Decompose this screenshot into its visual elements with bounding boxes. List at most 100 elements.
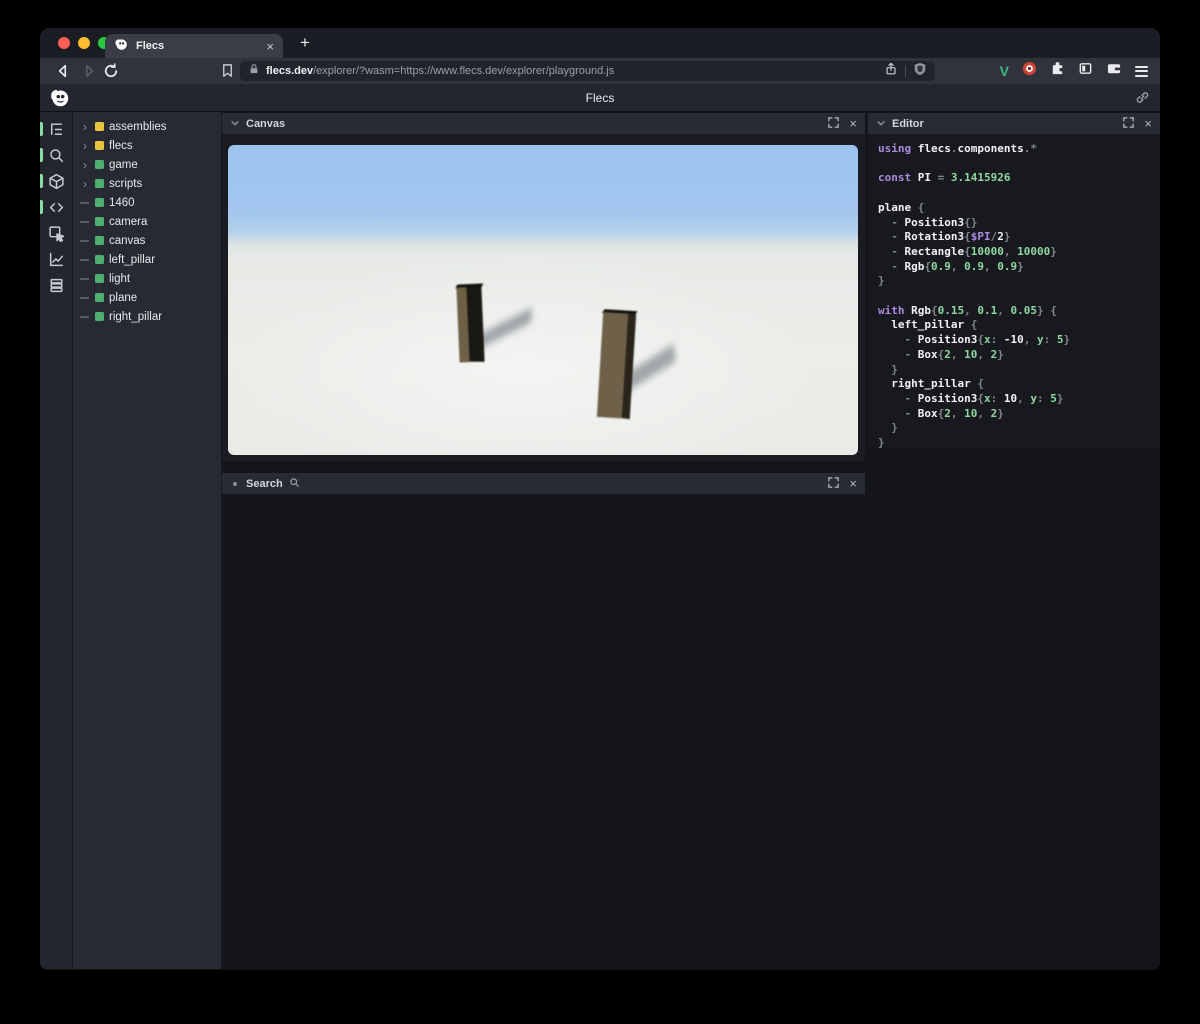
code-line[interactable]: right_pillar {: [878, 377, 1160, 392]
close-panel-icon[interactable]: ×: [849, 117, 857, 130]
tree-item-right_pillar[interactable]: right_pillar: [73, 307, 221, 326]
code-line[interactable]: const PI = 3.1415926: [878, 171, 1160, 186]
tool-sidebar: [40, 112, 73, 969]
code-line[interactable]: }: [878, 274, 1160, 289]
share-icon[interactable]: [884, 62, 898, 81]
code-line[interactable]: - Box{2, 10, 2}: [878, 407, 1160, 422]
code-line[interactable]: - Rectangle{10000, 10000}: [878, 245, 1160, 260]
entity-label: light: [109, 272, 131, 285]
code-line[interactable]: - Box{2, 10, 2}: [878, 348, 1160, 363]
reload-button[interactable]: [102, 62, 120, 80]
code-line[interactable]: [878, 289, 1160, 304]
tree-item-plane[interactable]: plane: [73, 288, 221, 307]
entities-cube-icon[interactable]: [48, 173, 65, 190]
back-button[interactable]: [54, 62, 72, 80]
browser-tab-flecs[interactable]: Flecs ×: [105, 34, 283, 58]
extensions-puzzle-icon[interactable]: [1050, 61, 1065, 81]
code-line[interactable]: [878, 186, 1160, 201]
fullscreen-icon[interactable]: [1123, 115, 1135, 133]
code-line[interactable]: - Position3{x: 10, y: 5}: [878, 392, 1160, 407]
code-line[interactable]: left_pillar {: [878, 318, 1160, 333]
fullscreen-icon[interactable]: [828, 475, 840, 493]
tree-item-left_pillar[interactable]: left_pillar: [73, 250, 221, 269]
code-line[interactable]: - Position3{x: -10, y: 5}: [878, 333, 1160, 348]
entity-label: 1460: [109, 196, 135, 209]
code-line[interactable]: plane {: [878, 201, 1160, 216]
chevron-down-icon[interactable]: [230, 115, 240, 133]
active-indicator: [40, 200, 43, 214]
code-line[interactable]: - Position3{}: [878, 216, 1160, 231]
entity-color-swatch: [95, 293, 104, 302]
tree-item-assemblies[interactable]: › assemblies: [73, 117, 221, 136]
tree-item-scripts[interactable]: › scripts: [73, 174, 221, 193]
tree-item-1460[interactable]: 1460: [73, 193, 221, 212]
entity-color-swatch: [95, 160, 104, 169]
bookmark-icon[interactable]: [220, 63, 238, 81]
chevron-down-icon[interactable]: [876, 115, 886, 133]
entity-color-swatch: [95, 312, 104, 321]
search-icon[interactable]: [48, 147, 65, 164]
tree-item-flecs[interactable]: › flecs: [73, 136, 221, 155]
expand-chevron-icon[interactable]: ›: [80, 178, 90, 190]
entity-label: game: [109, 158, 138, 171]
expand-chevron-icon[interactable]: ›: [80, 159, 90, 171]
queries-stack-icon[interactable]: [48, 277, 65, 294]
share-link-icon[interactable]: [1135, 90, 1150, 110]
new-tab-button[interactable]: +: [293, 31, 317, 55]
sidebar-toggle-icon[interactable]: [1078, 61, 1093, 81]
code-line[interactable]: [878, 157, 1160, 172]
tree-item-light[interactable]: light: [73, 269, 221, 288]
close-window-button[interactable]: [58, 37, 70, 49]
close-panel-icon[interactable]: ×: [1144, 117, 1152, 130]
tree-item-canvas[interactable]: canvas: [73, 231, 221, 250]
entity-color-swatch: [95, 274, 104, 283]
tab-close-icon[interactable]: ×: [266, 40, 274, 53]
minimize-window-button[interactable]: [78, 37, 90, 49]
search-panel-header[interactable]: Search ×: [222, 473, 865, 495]
wallet-icon[interactable]: [1106, 61, 1122, 81]
editor-panel-header[interactable]: Editor ×: [868, 113, 1160, 135]
code-line[interactable]: }: [878, 421, 1160, 436]
stats-chart-icon[interactable]: [48, 251, 65, 268]
code-line[interactable]: using flecs.components.*: [878, 142, 1160, 157]
entity-color-swatch: [95, 179, 104, 188]
code-line[interactable]: }: [878, 436, 1160, 451]
fullscreen-icon[interactable]: [828, 115, 840, 133]
search-panel: Search ×: [222, 473, 865, 495]
red-extension-icon[interactable]: [1022, 61, 1037, 81]
entity-label: left_pillar: [109, 253, 156, 266]
code-editor-icon[interactable]: [48, 199, 65, 216]
code-line[interactable]: - Rotation3{$PI/2}: [878, 230, 1160, 245]
menu-hamburger-icon[interactable]: [1135, 63, 1148, 79]
leaf-dash-icon: [80, 277, 89, 280]
outline-tree-icon[interactable]: [48, 121, 65, 138]
entity-color-swatch: [95, 198, 104, 207]
leaf-dash-icon: [80, 239, 89, 242]
entity-color-swatch: [95, 217, 104, 226]
search-panel-title: Search: [246, 477, 283, 490]
expand-chevron-icon[interactable]: ›: [80, 121, 90, 133]
code-editor[interactable]: using flecs.components.* const PI = 3.14…: [868, 135, 1160, 451]
right-pillar-entity: [596, 309, 638, 420]
entity-label: flecs: [109, 139, 133, 152]
forward-button[interactable]: [80, 62, 98, 80]
expand-chevron-icon[interactable]: ›: [80, 140, 90, 152]
close-panel-icon[interactable]: ×: [849, 477, 857, 490]
code-line[interactable]: with Rgb{0.15, 0.1, 0.05} {: [878, 304, 1160, 319]
canvas-panel-header[interactable]: Canvas ×: [222, 113, 865, 135]
code-line[interactable]: - Rgb{0.9, 0.9, 0.9}: [878, 260, 1160, 275]
entity-label: canvas: [109, 234, 146, 247]
canvas-panel: Canvas ×: [222, 113, 865, 461]
collapse-indicator-icon[interactable]: [233, 481, 237, 486]
brave-shield-icon[interactable]: [913, 62, 927, 81]
address-bar[interactable]: flecs.dev/explorer/?wasm=https://www.fle…: [240, 61, 935, 81]
inspect-icon[interactable]: [48, 225, 65, 243]
tree-item-game[interactable]: › game: [73, 155, 221, 174]
editor-panel-title: Editor: [892, 117, 924, 130]
search-icon: [289, 475, 823, 493]
tree-item-camera[interactable]: camera: [73, 212, 221, 231]
vue-devtools-extension-icon[interactable]: V: [1000, 63, 1009, 79]
code-line[interactable]: }: [878, 363, 1160, 378]
3d-viewport[interactable]: [228, 145, 858, 455]
tab-title: Flecs: [136, 40, 165, 52]
